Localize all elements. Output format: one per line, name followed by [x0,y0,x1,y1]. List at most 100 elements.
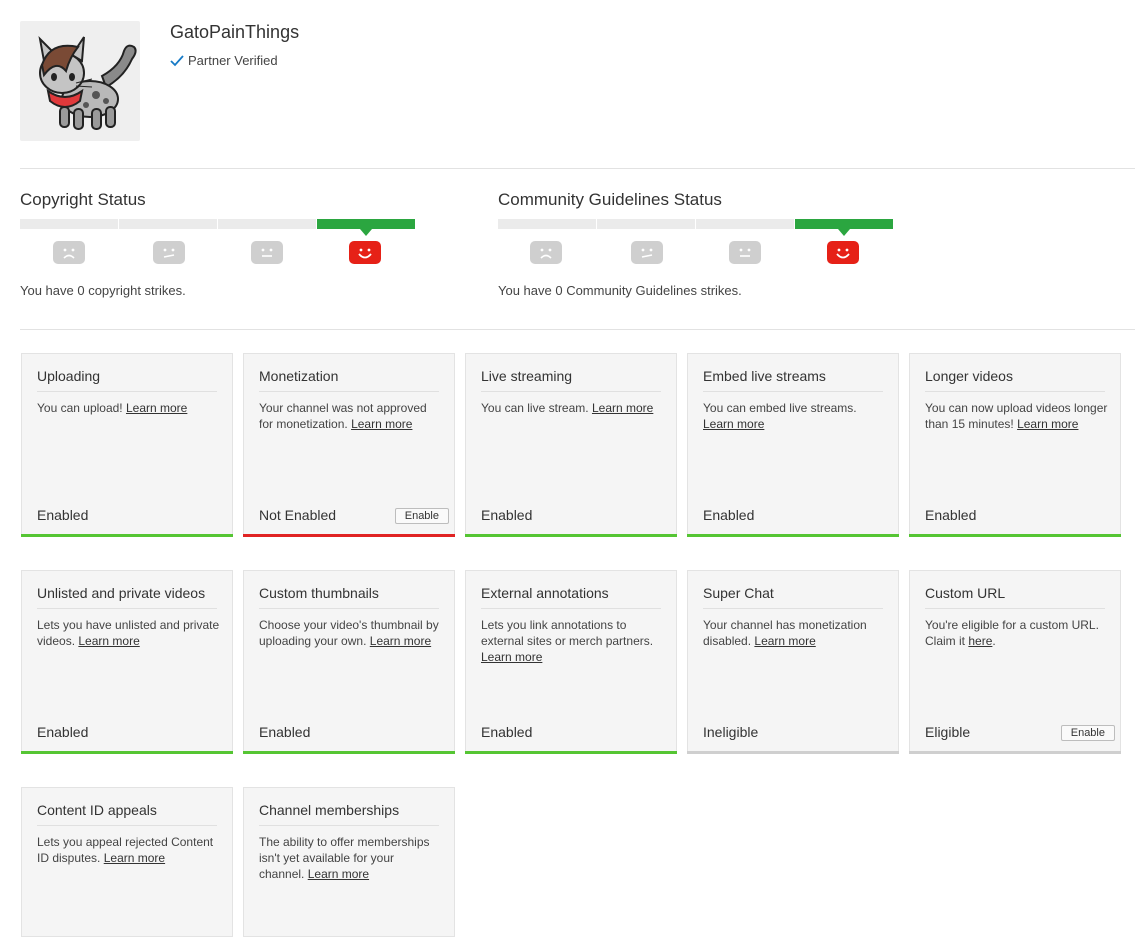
learn-more-link[interactable]: Learn more [370,634,431,648]
meter-segment-active [317,219,415,229]
feature-description: You're eligible for a custom URL. Claim … [925,618,1099,648]
feature-description: You can now upload videos longer than 15… [925,401,1108,431]
partner-verified-label: Partner Verified [188,53,278,68]
happy-face-icon [827,241,859,264]
neutral-face-icon [251,241,283,264]
learn-more-link[interactable]: Learn more [754,634,815,648]
feature-title: Embed live streams [703,368,883,392]
channel-avatar [20,21,140,141]
feature-status: Ineligible [703,724,759,740]
status-bar [21,534,233,537]
unsure-face-icon [631,241,663,264]
feature-card-unlisted-private-videos: Unlisted and private videos Lets you hav… [21,570,233,754]
status-bar [21,751,233,754]
status-bar [465,534,677,537]
meter-segment [696,219,794,229]
feature-status: Enabled [925,507,977,523]
happy-face-icon [349,241,381,264]
meter-pointer [360,229,372,236]
status-bar [687,751,899,754]
feature-description: The ability to offer memberships isn't y… [259,835,430,881]
meter-pointer [838,229,850,236]
neutral-face-icon [729,241,761,264]
learn-more-link[interactable]: Learn more [592,401,653,415]
feature-title: Monetization [259,368,439,392]
feature-description: Lets you appeal rejected Content ID disp… [37,835,214,865]
status-bar [465,751,677,754]
feature-status: Enabled [37,507,89,523]
feature-title: Content ID appeals [37,802,217,826]
enable-custom-url-button[interactable]: Enable [1060,725,1115,741]
sad-face-icon [530,241,562,264]
feature-title: Channel memberships [259,802,439,826]
partner-verified-badge: Partner Verified [170,53,278,68]
learn-more-link[interactable]: Learn more [703,417,764,431]
feature-card-channel-memberships: Channel memberships The ability to offer… [243,787,455,937]
status-bar [909,751,1121,754]
unsure-face-icon [153,241,185,264]
learn-more-link[interactable]: Learn more [351,417,412,431]
status-bar [687,534,899,537]
learn-more-link[interactable]: Learn more [308,867,369,881]
divider [20,168,1135,169]
feature-description: Choose your video's thumbnail by uploadi… [259,618,439,648]
feature-card-custom-thumbnails: Custom thumbnails Choose your video's th… [243,570,455,754]
learn-more-link[interactable]: Learn more [126,401,187,415]
feature-card-monetization: Monetization Your channel was not approv… [243,353,455,537]
meter-segment [498,219,596,229]
status-bar [243,534,455,537]
learn-more-link[interactable]: Learn more [78,634,139,648]
meter-segment [20,219,118,229]
divider [20,329,1135,330]
status-bar [909,534,1121,537]
feature-status: Enabled [481,724,533,740]
meter-segment-active [795,219,893,229]
community-strike-meter [498,219,895,236]
feature-card-custom-url: Custom URL You're eligible for a custom … [909,570,1121,754]
feature-description: Your channel has monetization disabled. … [703,618,867,648]
meter-segment [597,219,695,229]
community-strikes-text: You have 0 Community Guidelines strikes. [498,283,742,298]
feature-title: Unlisted and private videos [37,585,217,609]
enable-monetization-button[interactable]: Enable [394,508,449,524]
sad-face-icon [53,241,85,264]
learn-more-link[interactable]: Learn more [1017,417,1078,431]
feature-status: Enabled [481,507,533,523]
feature-status: Enabled [37,724,89,740]
feature-title: External annotations [481,585,661,609]
feature-description: Your channel was not approved for moneti… [259,401,427,431]
feature-description: You can embed live streams. Learn more [703,401,857,431]
feature-card-embed-live-streams: Embed live streams You can embed live st… [687,353,899,537]
meter-segment [218,219,316,229]
feature-card-live-streaming: Live streaming You can live stream. Lear… [465,353,677,537]
feature-card-longer-videos: Longer videos You can now upload videos … [909,353,1121,537]
feature-title: Custom URL [925,585,1105,609]
feature-description: You can live stream. Learn more [481,401,654,415]
copyright-strikes-text: You have 0 copyright strikes. [20,283,186,298]
claim-here-link[interactable]: here [968,634,992,648]
feature-status: Not Enabled [259,507,337,523]
feature-status: Enabled [703,507,755,523]
learn-more-link[interactable]: Learn more [481,650,542,664]
learn-more-link[interactable]: Learn more [104,851,165,865]
feature-title: Live streaming [481,368,661,392]
feature-title: Super Chat [703,585,883,609]
meter-segment [119,219,217,229]
feature-status: Eligible [925,724,971,740]
community-status-title: Community Guidelines Status [498,190,722,209]
feature-status: Enabled [259,724,311,740]
feature-card-super-chat: Super Chat Your channel has monetization… [687,570,899,754]
feature-title: Longer videos [925,368,1105,392]
feature-description: Lets you have unlisted and private video… [37,618,220,648]
feature-card-uploading: Uploading You can upload! Learn more Ena… [21,353,233,537]
feature-description: You can upload! Learn more [37,401,188,415]
channel-name: GatoPainThings [170,22,300,42]
copyright-status-title: Copyright Status [20,190,146,209]
feature-description: Lets you link annotations to external si… [481,618,654,664]
copyright-strike-meter [20,219,417,236]
status-bar [243,751,455,754]
feature-card-external-annotations: External annotations Lets you link annot… [465,570,677,754]
feature-title: Uploading [37,368,217,392]
feature-title: Custom thumbnails [259,585,439,609]
checkmark-icon [170,54,184,67]
